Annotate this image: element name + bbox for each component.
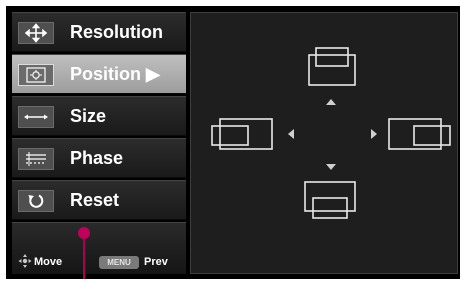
- move-arrows-icon: [18, 22, 54, 44]
- arrow-up-icon: [326, 99, 336, 105]
- reset-arrow-icon: [18, 190, 54, 212]
- osd-window: Resolution Position ▶ Size Phase Reset M…: [6, 6, 460, 279]
- position-square-icon: [18, 64, 54, 86]
- screen-shift-down-icon: [304, 181, 356, 219]
- menu-item-reset[interactable]: Reset: [12, 180, 186, 220]
- menu-item-label: Phase: [70, 148, 124, 168]
- menu-item-label: Position ▶: [70, 64, 160, 84]
- screen-shift-left-icon: [211, 118, 273, 150]
- menu-item-phase[interactable]: Phase: [12, 138, 186, 178]
- menu-item-label: Resolution: [70, 22, 163, 42]
- menu-item-label: Reset: [70, 190, 120, 210]
- pointer-line: [83, 232, 85, 279]
- move-hint-label: Move: [34, 256, 63, 268]
- arrow-left-icon: [288, 129, 294, 139]
- menu-item-position[interactable]: Position ▶: [12, 54, 186, 94]
- menu-item-label: Size: [70, 106, 107, 126]
- position-panel: [190, 12, 458, 274]
- horizontal-arrows-icon: [18, 106, 54, 128]
- help-bar: Move MENU Prev: [12, 222, 186, 274]
- arrow-down-icon: [326, 164, 336, 170]
- menu-key-badge: MENU: [99, 256, 139, 269]
- osd-menu: Resolution Position ▶ Size Phase Reset M…: [12, 12, 186, 274]
- screen-shift-right-icon: [388, 118, 451, 150]
- screen-shift-up-icon: [308, 47, 356, 86]
- phase-lines-icon: [18, 148, 54, 170]
- joystick-icon: [18, 253, 32, 274]
- menu-item-size[interactable]: Size: [12, 96, 186, 136]
- pointer-dot: [78, 227, 90, 239]
- position-diagram: [211, 47, 451, 219]
- prev-hint-label: Prev: [144, 256, 168, 268]
- menu-item-resolution[interactable]: Resolution: [12, 12, 186, 52]
- arrow-right-icon: [371, 129, 377, 139]
